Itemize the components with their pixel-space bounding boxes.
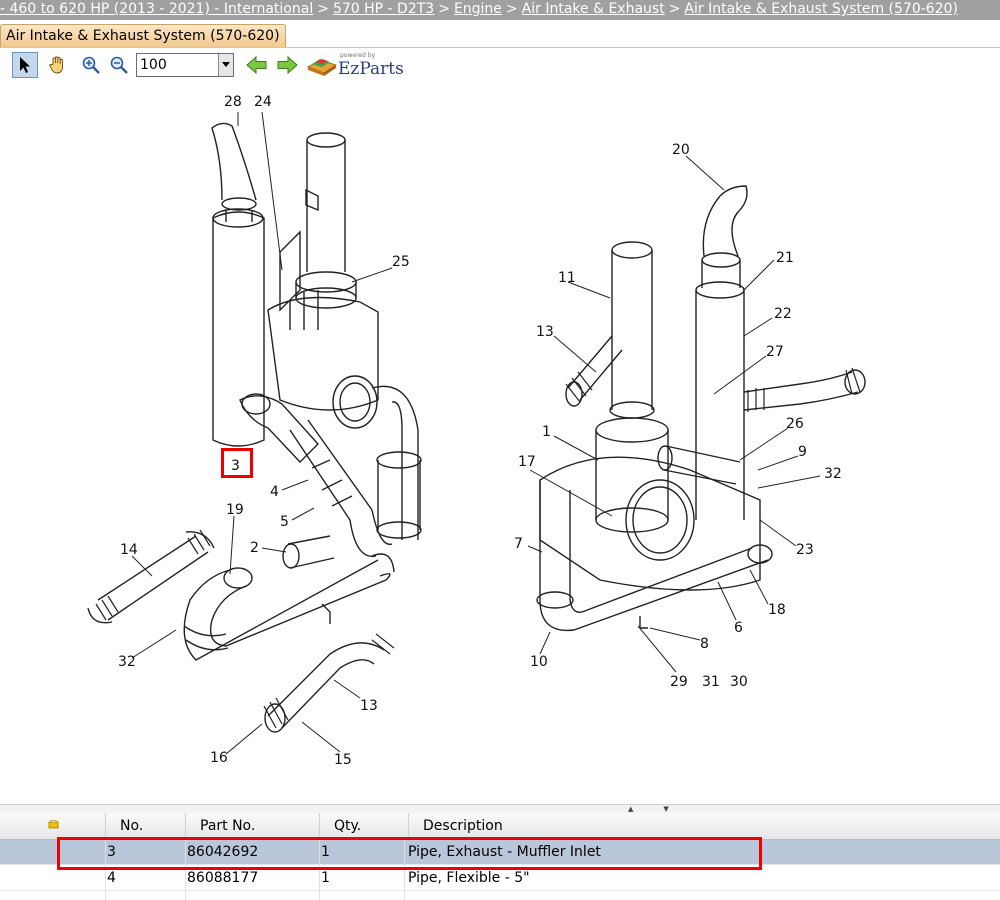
callout-29[interactable]: 29 — [670, 674, 688, 690]
callout-27[interactable]: 27 — [766, 344, 784, 360]
previous-button[interactable] — [244, 52, 270, 78]
arrow-right-icon — [277, 55, 298, 75]
ezparts-logo: powered by EzParts — [306, 52, 416, 80]
grid-header: No. Part No. Qty. Description — [0, 813, 1000, 840]
callout-23[interactable]: 23 — [796, 542, 814, 558]
breadcrumb-item-model[interactable]: - 460 to 620 HP (2013 - 2021) - Internat… — [0, 1, 313, 17]
breadcrumb: - 460 to 620 HP (2013 - 2021) - Internat… — [0, 0, 1000, 20]
logo-powered-by: powered by — [340, 52, 376, 59]
callout-32b[interactable]: 32 — [824, 466, 842, 482]
callout-6[interactable]: 6 — [734, 620, 743, 636]
logo-brand-name: EzParts — [338, 59, 404, 79]
zoom-out-icon — [110, 56, 128, 74]
pan-tool-button[interactable] — [44, 52, 70, 78]
chevron-down-icon — [222, 62, 230, 67]
tab-bar: Air Intake & Exhaust System (570-620) — [0, 21, 1000, 48]
zoom-level-select[interactable] — [136, 53, 234, 77]
callout-19[interactable]: 19 — [226, 502, 244, 518]
callout-4[interactable]: 4 — [270, 484, 279, 500]
callout-14[interactable]: 14 — [120, 542, 138, 558]
next-button[interactable] — [274, 52, 300, 78]
callout-28[interactable]: 28 — [224, 94, 242, 110]
callout-16[interactable]: 16 — [210, 750, 228, 766]
row-divider — [0, 890, 1000, 891]
callout-9[interactable]: 9 — [798, 444, 807, 460]
hand-icon — [49, 56, 64, 74]
callout-21[interactable]: 21 — [776, 250, 794, 266]
callout-13b[interactable]: 13 — [536, 324, 554, 340]
tab-air-intake-exhaust-system[interactable]: Air Intake & Exhaust System (570-620) — [0, 24, 286, 47]
callout-5[interactable]: 5 — [280, 514, 289, 530]
callout-11[interactable]: 11 — [558, 270, 576, 286]
arrow-cursor-icon — [20, 57, 30, 73]
diagram-toolbar: powered by EzParts — [0, 50, 420, 80]
breadcrumb-separator: > — [668, 1, 681, 17]
zoom-dropdown-button[interactable] — [218, 54, 233, 76]
callout-1[interactable]: 1 — [542, 424, 551, 440]
breadcrumb-separator: > — [438, 1, 450, 17]
cart-icon — [48, 820, 59, 829]
zoom-in-icon — [82, 56, 100, 74]
callout-15[interactable]: 15 — [334, 752, 352, 768]
callout-13[interactable]: 13 — [360, 698, 378, 714]
zoom-out-button[interactable] — [106, 52, 132, 78]
breadcrumb-item-engine[interactable]: Engine — [454, 1, 502, 17]
splitter-grip-icon: ▲▼ — [628, 805, 699, 813]
column-no[interactable]: No. — [105, 813, 185, 839]
callout-25[interactable]: 25 — [392, 254, 410, 270]
callout-22[interactable]: 22 — [774, 306, 792, 322]
column-description[interactable]: Description — [408, 813, 1000, 839]
arrow-left-icon — [246, 55, 267, 75]
callout-24[interactable]: 24 — [254, 94, 272, 110]
callout-20[interactable]: 20 — [672, 142, 690, 158]
pane-splitter[interactable]: ▲▼ — [0, 804, 1000, 813]
exploded-view-drawing: 28 24 25 3 4 5 2 19 14 32 13 16 15 20 11… — [87, 94, 866, 768]
highlighted-row-box — [57, 837, 762, 870]
column-cart[interactable] — [0, 813, 105, 839]
callout-26[interactable]: 26 — [786, 416, 804, 432]
callout-7[interactable]: 7 — [514, 536, 523, 552]
select-tool-button[interactable] — [12, 52, 38, 78]
callout-32[interactable]: 32 — [118, 654, 136, 670]
ezparts-logo-icon — [307, 59, 337, 76]
callout-30[interactable]: 30 — [730, 674, 748, 690]
highlighted-callout-box — [221, 448, 253, 478]
callout-31[interactable]: 31 — [702, 674, 720, 690]
column-qty[interactable]: Qty. — [319, 813, 408, 839]
parts-diagram[interactable]: 28 24 25 3 4 5 2 19 14 32 13 16 15 20 11… — [0, 84, 1000, 804]
zoom-in-button[interactable] — [78, 52, 104, 78]
breadcrumb-item-air-intake[interactable]: Air Intake & Exhaust — [522, 1, 665, 17]
breadcrumb-separator: > — [317, 1, 329, 17]
callout-17[interactable]: 17 — [518, 454, 536, 470]
callout-10[interactable]: 10 — [530, 654, 548, 670]
zoom-level-input[interactable] — [137, 54, 221, 76]
callout-8[interactable]: 8 — [700, 636, 709, 652]
breadcrumb-item-system[interactable]: Air Intake & Exhaust System (570-620) — [684, 1, 958, 17]
callout-2[interactable]: 2 — [250, 540, 259, 556]
breadcrumb-separator: > — [505, 1, 518, 17]
callout-18[interactable]: 18 — [768, 602, 786, 618]
column-part-no[interactable]: Part No. — [185, 813, 319, 839]
breadcrumb-item-engine-hp[interactable]: 570 HP - D2T3 — [333, 1, 434, 17]
